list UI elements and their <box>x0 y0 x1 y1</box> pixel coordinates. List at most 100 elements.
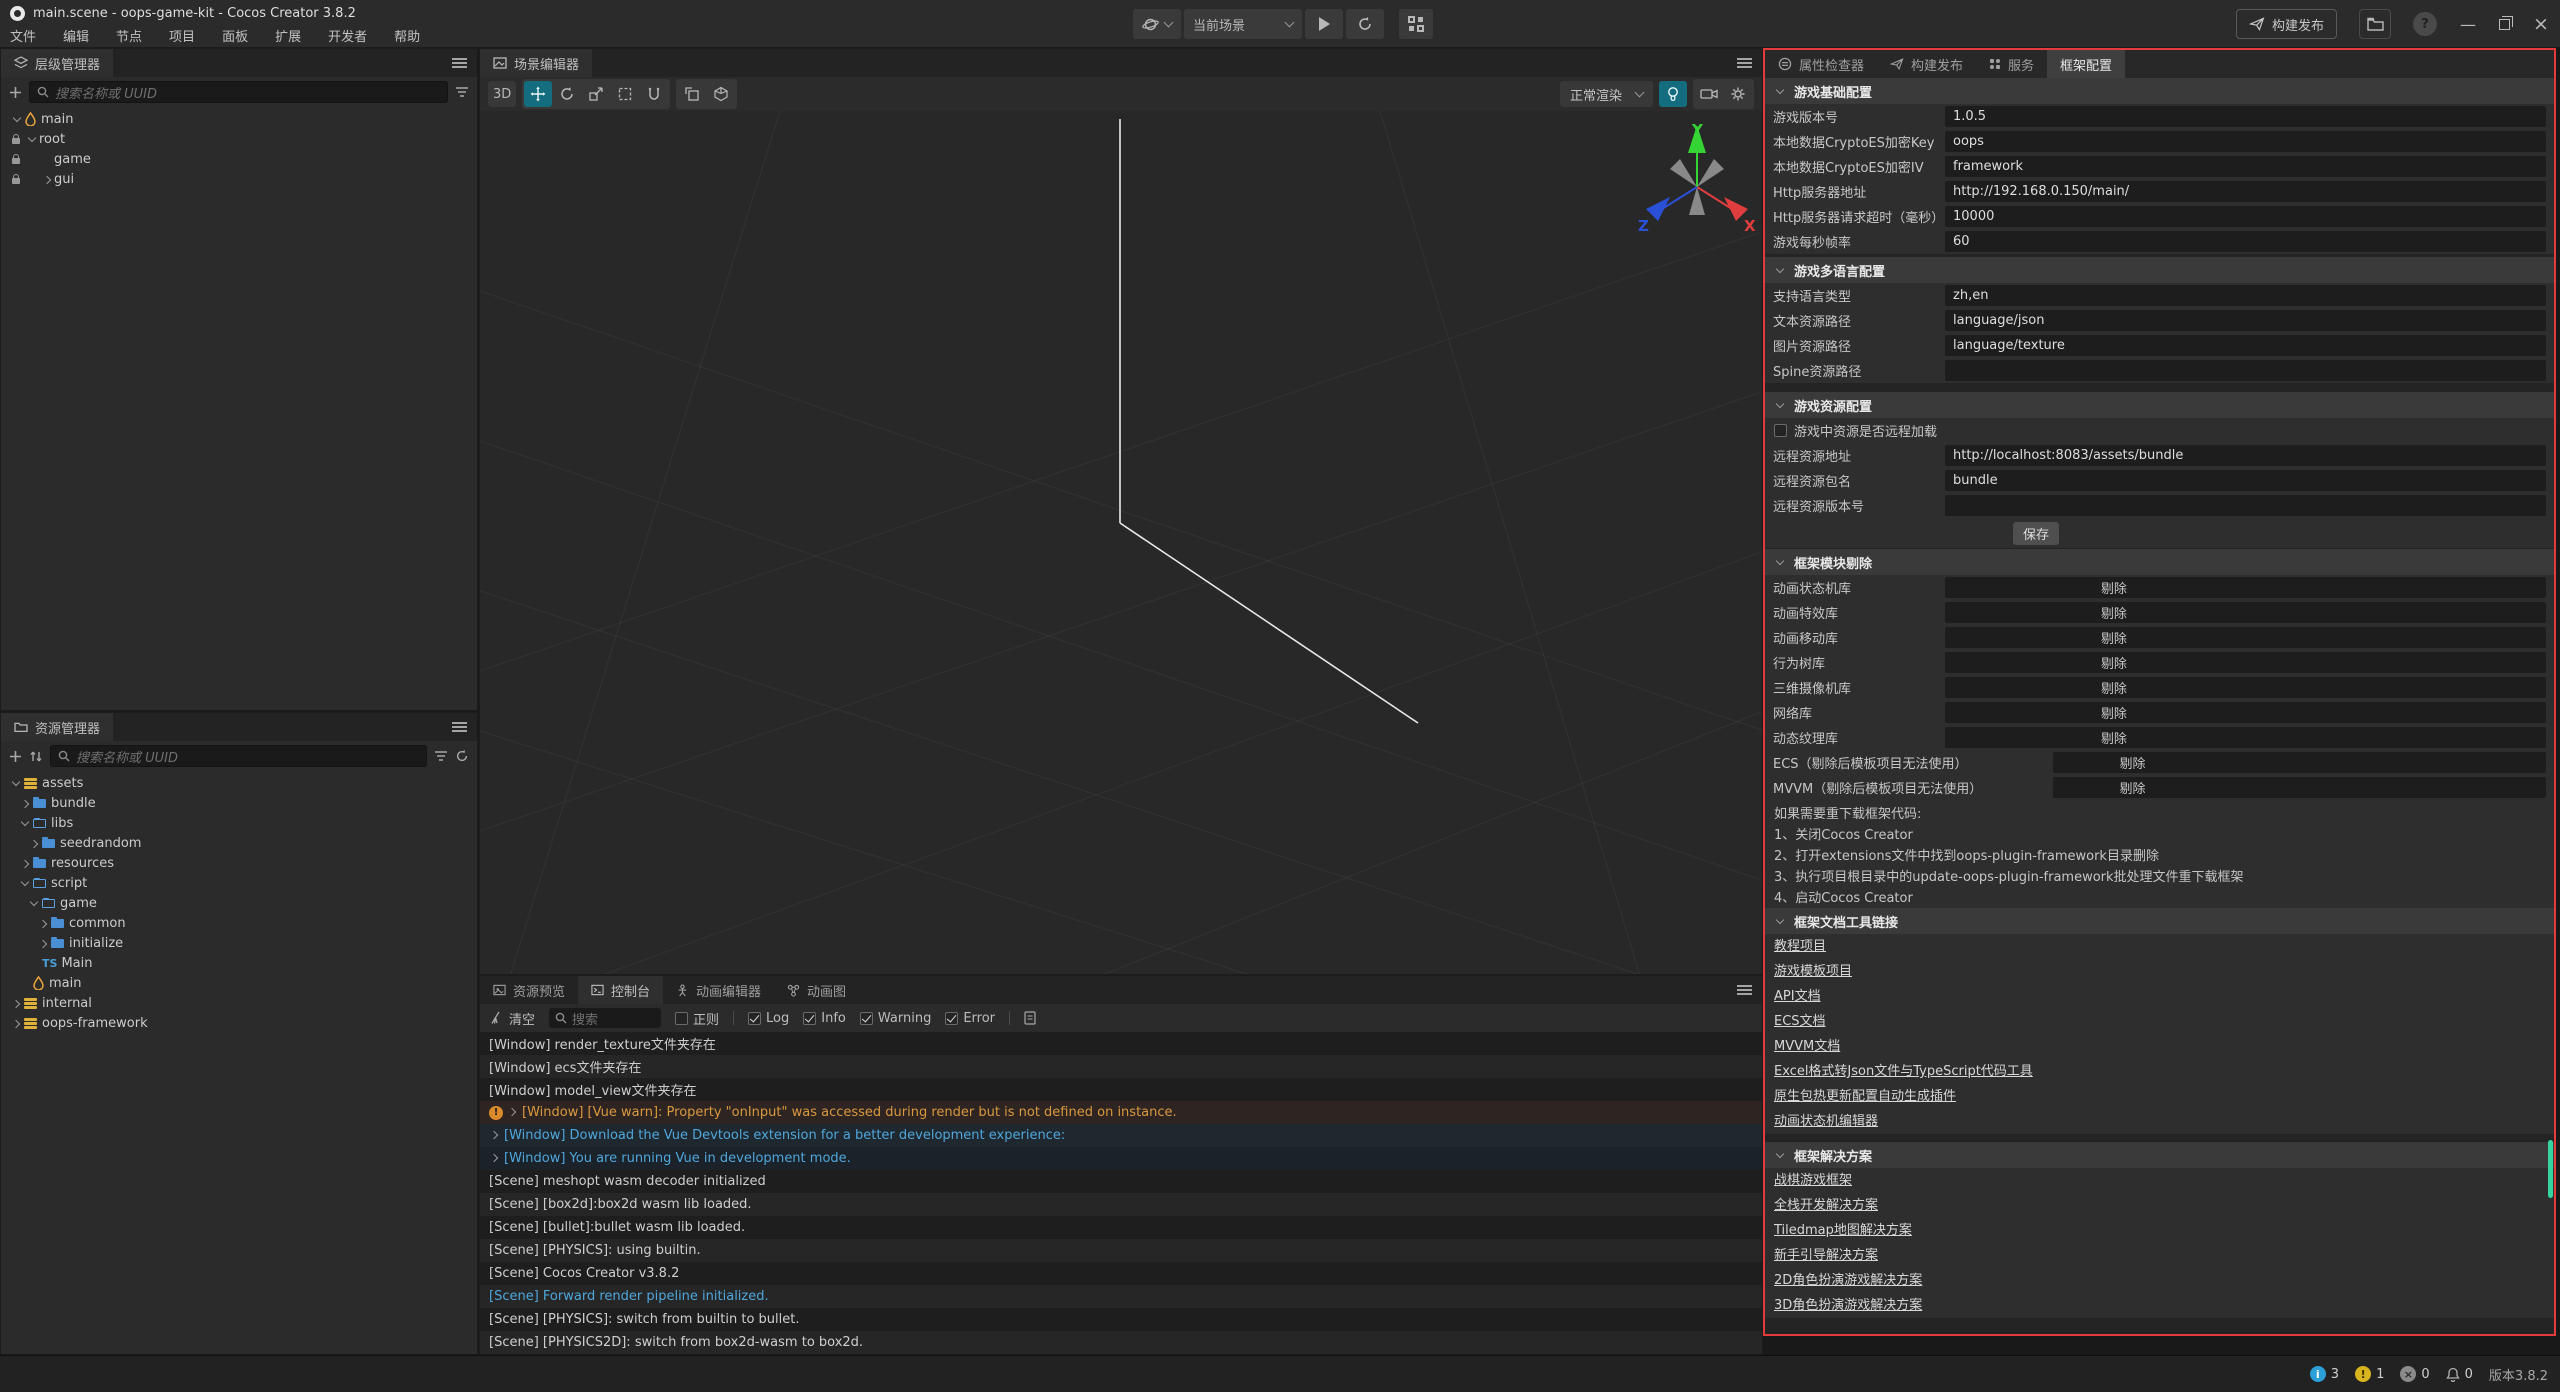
asset-node-bundle[interactable]: bundle <box>1 793 477 813</box>
status-notification-counter[interactable]: 0 <box>2446 1367 2473 1382</box>
log-row[interactable]: [Scene] Cocos Creator v3.8.2 <box>480 1262 1762 1285</box>
solution-link-3d-rpg[interactable]: 3D角色扮演游戏解决方案 <box>1765 1293 2554 1318</box>
chevron-right-icon[interactable] <box>10 997 23 1010</box>
menu-help[interactable]: 帮助 <box>394 26 420 45</box>
asset-node-game[interactable]: game <box>1 893 477 913</box>
field-input[interactable]: 10000 <box>1945 206 2546 227</box>
scene-viewport[interactable]: Y X Z <box>480 111 1762 974</box>
status-info-counter[interactable]: i 3 <box>2310 1366 2339 1382</box>
checkbox-off-icon[interactable] <box>675 1012 688 1025</box>
hierarchy-node-game[interactable]: game <box>1 149 477 169</box>
remove-button[interactable]: 剔除 <box>2101 728 2127 747</box>
assets-search-input[interactable]: 搜索名称或 UUID <box>50 745 427 767</box>
field-input[interactable]: 1.0.5 <box>1945 106 2546 127</box>
chevron-right-icon[interactable] <box>507 1107 518 1118</box>
tab-property-inspector[interactable]: 属性检查器 <box>1765 50 1877 78</box>
scene-settings-button[interactable] <box>1724 81 1752 107</box>
menu-node[interactable]: 节点 <box>116 26 142 45</box>
chevron-right-icon[interactable] <box>19 797 32 810</box>
section-header[interactable]: 游戏基础配置 <box>1765 78 2554 104</box>
tab-assets[interactable]: 资源管理器 <box>1 713 113 741</box>
asset-node-assets[interactable]: assets <box>1 773 477 793</box>
axis-gizmo[interactable]: Y X Z <box>1632 117 1762 247</box>
log-row[interactable]: [Window] model_view文件夹存在 <box>480 1078 1762 1101</box>
chevron-down-icon[interactable] <box>11 113 24 126</box>
warning-log-row[interactable]: ! [Window] [Vue warn]: Property "onInput… <box>480 1101 1762 1124</box>
log-row[interactable]: [Scene] [box2d]:box2d wasm lib loaded. <box>480 1193 1762 1216</box>
hierarchy-node-gui[interactable]: gui <box>1 169 477 189</box>
chevron-right-icon[interactable] <box>41 173 54 186</box>
remove-button[interactable]: 剔除 <box>2101 703 2127 722</box>
refresh-assets-button[interactable] <box>455 749 469 763</box>
section-header[interactable]: 框架模块剔除 <box>1765 549 2554 575</box>
asset-node-libs[interactable]: libs <box>1 813 477 833</box>
field-input[interactable]: zh,en <box>1945 285 2546 306</box>
chevron-right-icon[interactable] <box>489 1153 500 1164</box>
close-button[interactable]: × <box>2532 13 2550 35</box>
filter-error-checkbox[interactable]: Error <box>945 1011 995 1026</box>
solution-link-guide[interactable]: 新手引导解决方案 <box>1765 1243 2554 1268</box>
asset-node-initialize[interactable]: initialize <box>1 933 477 953</box>
section-header[interactable]: 框架解决方案 <box>1765 1142 2554 1168</box>
remove-button[interactable]: 剔除 <box>2101 628 2127 647</box>
rotate-tool-button[interactable] <box>553 81 581 107</box>
chevron-right-icon[interactable] <box>19 857 32 870</box>
log-row[interactable]: [Scene] [bullet]:bullet wasm lib loaded. <box>480 1216 1762 1239</box>
field-input[interactable]: bundle <box>1945 470 2546 491</box>
remove-button[interactable]: 剔除 <box>2101 678 2127 697</box>
coordinate-tool-button[interactable] <box>707 81 735 107</box>
doc-link-mvvm[interactable]: MVVM文档 <box>1765 1034 2554 1059</box>
rect-tool-button[interactable] <box>611 81 639 107</box>
asset-node-internal[interactable]: internal <box>1 993 477 1013</box>
info-log-row[interactable]: [Scene] Forward render pipeline initiali… <box>480 1285 1762 1308</box>
checkbox-on-icon[interactable] <box>860 1012 873 1025</box>
tab-asset-preview[interactable]: 资源预览 <box>480 976 578 1004</box>
checkbox-on-icon[interactable] <box>748 1012 761 1025</box>
doc-link-hotupdate-plugin[interactable]: 原生包热更新配置自动生成插件 <box>1765 1084 2554 1109</box>
chevron-down-icon[interactable] <box>19 877 32 890</box>
ui-transform-tool-button[interactable] <box>640 81 668 107</box>
field-input[interactable]: language/texture <box>1945 335 2546 356</box>
filter-warning-checkbox[interactable]: Warning <box>860 1011 931 1026</box>
solution-link-war-chess[interactable]: 战棋游戏框架 <box>1765 1168 2554 1193</box>
doc-link-tutorial[interactable]: 教程项目 <box>1765 934 2554 959</box>
scale-tool-button[interactable] <box>582 81 610 107</box>
reload-button[interactable] <box>1346 9 1384 39</box>
filter-info-checkbox[interactable]: Info <box>803 1011 846 1026</box>
menu-edit[interactable]: 编辑 <box>63 26 89 45</box>
asset-node-oops-framework[interactable]: oops-framework <box>1 1013 477 1033</box>
hierarchy-filter-icon[interactable] <box>455 86 469 98</box>
solution-link-2d-rpg[interactable]: 2D角色扮演游戏解决方案 <box>1765 1268 2554 1293</box>
render-mode-select[interactable]: 正常渲染 <box>1560 81 1653 107</box>
hierarchy-search-input[interactable]: 搜索名称或 UUID <box>29 81 448 103</box>
tab-service[interactable]: 服务 <box>1976 50 2047 78</box>
menu-developer[interactable]: 开发者 <box>328 26 367 45</box>
menu-extension[interactable]: 扩展 <box>275 26 301 45</box>
field-input[interactable]: 60 <box>1945 231 2546 252</box>
status-error-counter[interactable]: × 0 <box>2400 1366 2429 1382</box>
clear-console-button[interactable]: 清空 <box>490 1009 535 1028</box>
field-input[interactable]: http://192.168.0.150/main/ <box>1945 181 2546 202</box>
chevron-down-icon[interactable] <box>26 133 39 146</box>
field-input[interactable]: http://localhost:8083/assets/bundle <box>1945 445 2546 466</box>
chevron-right-icon[interactable] <box>28 837 41 850</box>
section-header[interactable]: 游戏多语言配置 <box>1765 257 2554 283</box>
filter-log-checkbox[interactable]: Log <box>748 1011 789 1026</box>
chevron-down-icon[interactable] <box>10 777 23 790</box>
build-publish-button[interactable]: 构建发布 <box>2236 9 2337 39</box>
log-row[interactable]: [Window] ecs文件夹存在 <box>480 1055 1762 1078</box>
regex-checkbox[interactable]: 正则 <box>675 1009 719 1028</box>
remove-button[interactable]: 剔除 <box>2120 753 2146 772</box>
doc-link-excel-tool[interactable]: Excel格式转Json文件与TypeScript代码工具 <box>1765 1059 2554 1084</box>
open-project-folder-button[interactable] <box>2359 9 2391 39</box>
tab-hierarchy[interactable]: 层级管理器 <box>1 49 113 77</box>
mode-3d-button[interactable]: 3D <box>488 81 516 107</box>
play-button[interactable] <box>1305 9 1343 39</box>
solution-link-tiledmap[interactable]: Tiledmap地图解决方案 <box>1765 1218 2554 1243</box>
section-header[interactable]: 框架文档工具链接 <box>1765 908 2554 934</box>
asset-node-resources[interactable]: resources <box>1 853 477 873</box>
tab-scene-editor[interactable]: 场景编辑器 <box>480 49 592 77</box>
chevron-down-icon[interactable] <box>28 897 41 910</box>
chevron-right-icon[interactable] <box>37 917 50 930</box>
console-search-input[interactable]: 搜索 <box>549 1008 661 1028</box>
